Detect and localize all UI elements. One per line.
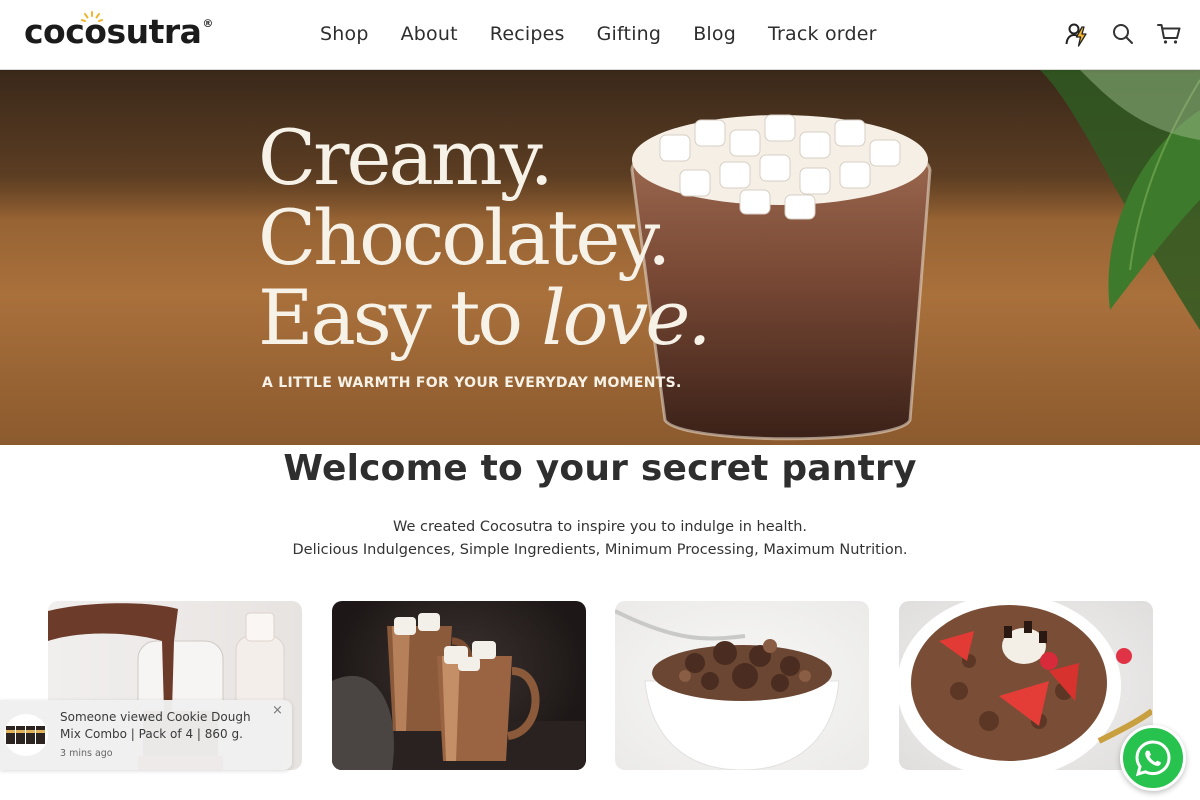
hero-line-3b: love. <box>541 273 711 362</box>
nav-shop[interactable]: Shop <box>304 23 385 45</box>
logo-text: cocosutra <box>24 12 202 51</box>
recently-viewed-toast[interactable]: Someone viewed Cookie Dough Mix Combo | … <box>0 700 292 770</box>
account-bolt-icon[interactable] <box>1064 20 1090 48</box>
cart-icon[interactable] <box>1156 20 1182 48</box>
sun-icon <box>81 11 103 22</box>
hero-line-3: Easy to love. <box>258 278 712 358</box>
hot-chocolate-copper-mugs-card[interactable] <box>332 601 586 770</box>
toast-time: 3 mins ago <box>60 748 113 759</box>
logo[interactable]: cocosutra ® <box>24 11 214 52</box>
welcome-line-1: We created Cocosutra to inspire you to i… <box>392 519 808 535</box>
welcome-text: We created Cocosutra to inspire you to i… <box>0 516 1200 562</box>
whatsapp-button[interactable] <box>1120 725 1186 791</box>
nav-about[interactable]: About <box>385 23 474 45</box>
hero-banner[interactable]: Creamy. Chocolatey. Easy to love. A LITT… <box>0 70 1200 445</box>
site-header: cocosutra ® Shop About Recipes Gifting Bl… <box>0 0 1200 70</box>
main-nav: Shop About Recipes Gifting Blog Track or… <box>304 0 893 68</box>
nav-track-order[interactable]: Track order <box>752 23 893 45</box>
chocolate-oats-strawberry-image <box>899 601 1153 770</box>
welcome-title: Welcome to your secret pantry <box>283 448 917 489</box>
header-icons <box>1064 20 1182 48</box>
logo-registered-mark: ® <box>202 17 214 30</box>
hero-line-2: Chocolatey. <box>258 193 671 282</box>
close-icon[interactable]: × <box>272 704 286 718</box>
nav-recipes[interactable]: Recipes <box>474 23 581 45</box>
nav-blog[interactable]: Blog <box>677 23 752 45</box>
search-icon[interactable] <box>1110 20 1136 48</box>
chocolate-granola-bowl-card[interactable] <box>615 601 869 770</box>
welcome-line-2: Delicious Indulgences, Simple Ingredient… <box>292 542 908 558</box>
nav-gifting[interactable]: Gifting <box>581 23 678 45</box>
toast-message: Someone viewed Cookie Dough Mix Combo | … <box>60 710 251 741</box>
hero-subtitle: A LITTLE WARMTH FOR YOUR EVERYDAY MOMENT… <box>262 375 682 391</box>
chocolate-granola-bowl-image <box>615 609 840 770</box>
hot-chocolate-copper-mugs-image <box>332 613 585 770</box>
hero-headline: Creamy. Chocolatey. Easy to love. <box>258 113 712 358</box>
product-thumbnail <box>4 714 48 756</box>
chocolate-oats-strawberry-card[interactable] <box>899 601 1153 770</box>
hero-line-1: Creamy. <box>258 113 554 202</box>
hero-line-3a: Easy to <box>258 273 523 362</box>
whatsapp-icon <box>1135 740 1171 777</box>
